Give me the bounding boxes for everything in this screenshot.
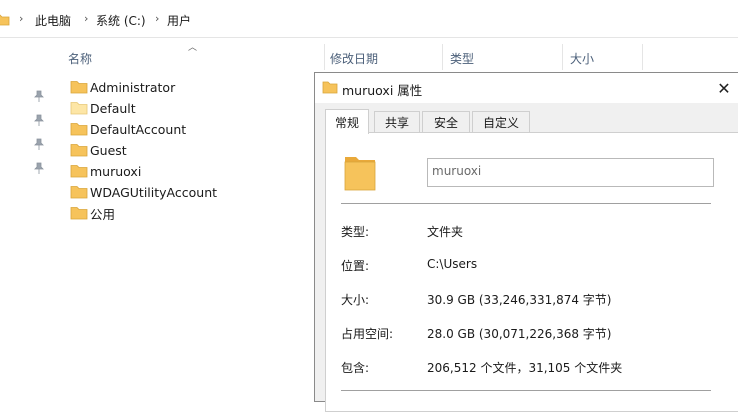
folder-icon [70, 81, 88, 94]
type-value: 文件夹 [427, 225, 464, 239]
pin-icon [34, 114, 44, 126]
list-item[interactable]: Administrator [70, 77, 175, 97]
type-label: 类型: [341, 225, 370, 239]
folder-name-field[interactable]: muruoxi [427, 158, 714, 187]
location-label: 位置: [341, 259, 370, 273]
contains-label: 包含: [341, 361, 370, 375]
list-item-label: 公用 [90, 206, 116, 222]
size-on-disk-value: 28.0 GB (30,071,226,368 字节) [427, 327, 612, 341]
list-item[interactable]: Default [70, 98, 136, 118]
tab-customize[interactable]: 自定义 [472, 111, 530, 133]
list-item[interactable]: DefaultAccount [70, 119, 186, 139]
folder-icon [70, 144, 88, 157]
column-header-type[interactable]: 类型 [442, 44, 562, 70]
column-divider[interactable] [642, 44, 643, 70]
divider [341, 203, 711, 204]
tab-sharing[interactable]: 共享 [374, 111, 420, 133]
divider [341, 390, 711, 391]
close-icon: ✕ [717, 78, 731, 98]
list-item-label: DefaultAccount [90, 121, 187, 137]
pin-icon [34, 138, 44, 150]
list-item-label: Default [90, 100, 136, 116]
pin-icon [34, 162, 44, 174]
tab-general[interactable]: 常规 [325, 109, 369, 134]
breadcrumb-system-c[interactable]: 系统 (C:) [96, 12, 146, 29]
location-value: C:\Users [427, 257, 478, 271]
folder-icon [322, 81, 338, 94]
list-item-label: Guest [90, 142, 127, 158]
size-label: 大小: [341, 293, 370, 307]
list-item[interactable]: 公用 [70, 203, 115, 223]
column-header-size[interactable]: 大小 [562, 44, 642, 70]
folder-icon [70, 186, 88, 199]
breadcrumb-users[interactable]: 用户 [167, 12, 191, 29]
close-button[interactable]: ✕ [713, 77, 735, 99]
folder-icon [70, 207, 88, 220]
folder-icon [0, 14, 10, 26]
pin-icon [34, 90, 44, 102]
general-panel: muruoxi 类型: 文件夹 位置: C:\Users 大小: 30.9 GB… [325, 132, 738, 412]
properties-dialog[interactable]: muruoxi 属性 ✕ 常规 共享 安全 自定义 muruoxi 类型: 文件… [314, 72, 738, 412]
size-on-disk-label: 占用空间: [341, 327, 394, 341]
folder-large-icon [344, 157, 376, 191]
list-item[interactable]: muruoxi [70, 161, 141, 181]
size-value: 30.9 GB (33,246,331,874 字节) [427, 293, 612, 307]
dialog-title-bar[interactable]: muruoxi 属性 ✕ [315, 73, 738, 103]
address-bar[interactable]: › 此电脑 › 系统 (C:) › 用户 [0, 0, 738, 38]
dialog-title: muruoxi 属性 [342, 83, 423, 98]
chevron-right-icon[interactable]: › [84, 12, 88, 25]
breadcrumb-this-pc[interactable]: 此电脑 [35, 12, 71, 29]
chevron-right-icon[interactable]: › [155, 12, 159, 25]
contains-value: 206,512 个文件，31,105 个文件夹 [427, 361, 623, 375]
list-item-label: WDAGUtilityAccount [90, 184, 218, 200]
list-item-label: Administrator [90, 79, 176, 95]
column-header-name[interactable]: 名称 [60, 44, 324, 70]
folder-light-icon [70, 102, 88, 115]
folder-icon [70, 165, 88, 178]
list-item-label: muruoxi [90, 163, 142, 179]
tab-security[interactable]: 安全 [422, 111, 470, 133]
chevron-right-icon[interactable]: › [19, 12, 23, 25]
list-item[interactable]: Guest [70, 140, 127, 160]
column-header-modified[interactable]: 修改日期 [324, 44, 442, 70]
list-item[interactable]: WDAGUtilityAccount [70, 182, 217, 202]
folder-icon [70, 123, 88, 136]
